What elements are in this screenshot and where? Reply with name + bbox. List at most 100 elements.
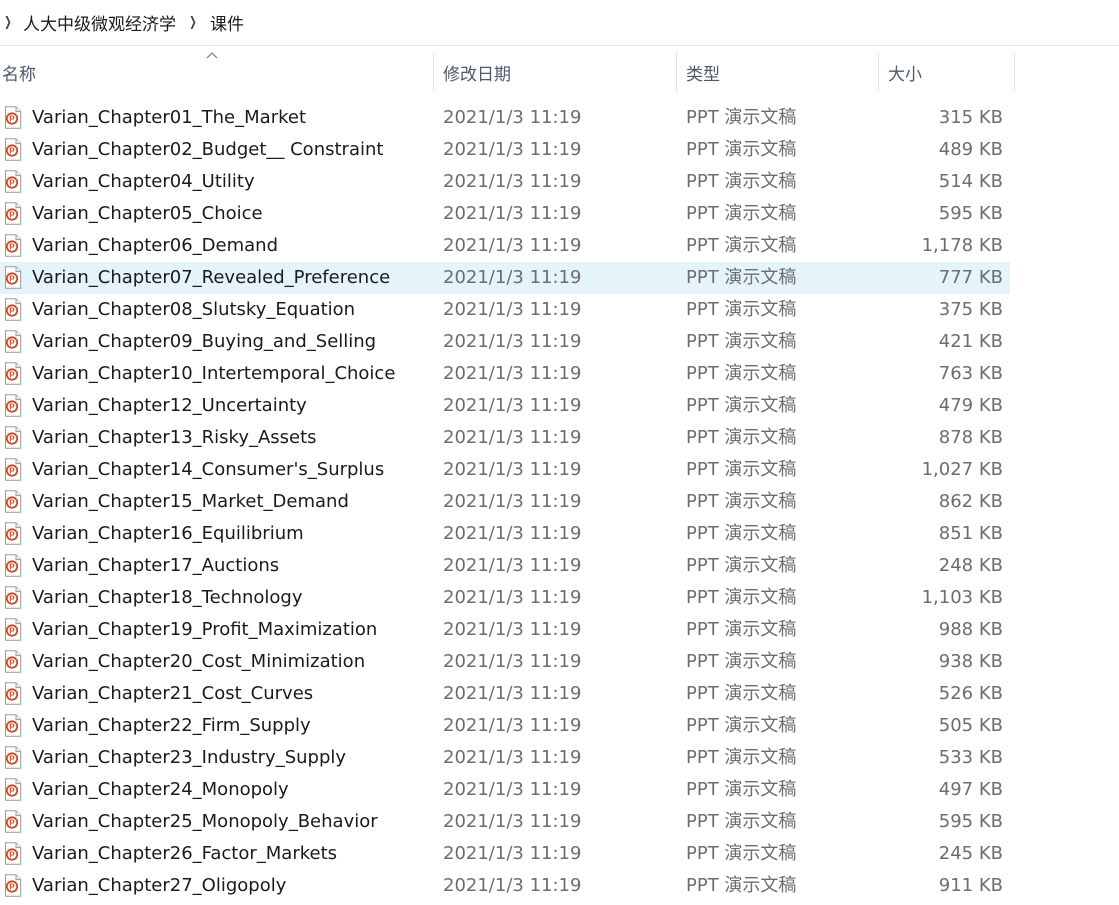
file-type: PPT 演示文稿: [686, 555, 797, 576]
file-modified-date: 2021/1/3 11:19: [443, 107, 582, 128]
file-row[interactable]: P Varian_Chapter12_Uncertainty 2021/1/3 11…: [0, 390, 1010, 422]
breadcrumb-item-parent-folder[interactable]: 人大中级微观经济学: [23, 10, 176, 35]
file-modified-date: 2021/1/3 11:19: [443, 203, 582, 224]
svg-text:P: P: [9, 371, 15, 380]
file-size: 514 KB: [938, 171, 1003, 192]
ppt-file-icon: P: [4, 650, 22, 673]
file-row[interactable]: P Varian_Chapter07_Revealed_Preference 202…: [0, 262, 1010, 294]
file-name: Varian_Chapter13_Risky_Assets: [32, 427, 317, 448]
file-type: PPT 演示文稿: [686, 683, 797, 704]
file-size: 595 KB: [938, 811, 1003, 832]
file-type: PPT 演示文稿: [686, 843, 797, 864]
svg-text:P: P: [9, 531, 15, 540]
svg-text:P: P: [9, 435, 15, 444]
ppt-file-icon: P: [4, 554, 22, 577]
file-row[interactable]: P Varian_Chapter01_The_Market 2021/1/3 11:…: [0, 102, 1010, 134]
column-header-type[interactable]: 类型: [686, 52, 878, 92]
file-row[interactable]: P Varian_Chapter24_Monopoly 2021/1/3 11:19…: [0, 774, 1010, 806]
file-modified-date: 2021/1/3 11:19: [443, 235, 582, 256]
file-modified-date: 2021/1/3 11:19: [443, 299, 582, 320]
file-size: 851 KB: [938, 523, 1003, 544]
file-modified-date: 2021/1/3 11:19: [443, 459, 582, 480]
chevron-right-icon[interactable]: ❯: [4, 15, 12, 30]
file-row[interactable]: P Varian_Chapter13_Risky_Assets 2021/1/3 1…: [0, 422, 1010, 454]
file-row[interactable]: P Varian_Chapter02_Budget__ Constraint 202…: [0, 134, 1010, 166]
file-type: PPT 演示文稿: [686, 203, 797, 224]
svg-text:P: P: [9, 275, 15, 284]
svg-text:P: P: [9, 659, 15, 668]
svg-text:P: P: [9, 595, 15, 604]
file-size: 248 KB: [938, 555, 1003, 576]
file-modified-date: 2021/1/3 11:19: [443, 715, 582, 736]
svg-text:P: P: [9, 499, 15, 508]
column-divider[interactable]: [676, 52, 677, 92]
file-row[interactable]: P Varian_Chapter05_Choice 2021/1/3 11:19 PP…: [0, 198, 1010, 230]
file-row[interactable]: P Varian_Chapter09_Buying_and_Selling 2021…: [0, 326, 1010, 358]
file-row[interactable]: P Varian_Chapter27_Oligopoly 2021/1/3 11:1…: [0, 870, 1010, 902]
file-row[interactable]: P Varian_Chapter16_Equilibrium 2021/1/3 11…: [0, 518, 1010, 550]
file-name: Varian_Chapter26_Factor_Markets: [32, 843, 338, 864]
file-type: PPT 演示文稿: [686, 171, 797, 192]
file-row[interactable]: P Varian_Chapter06_Demand 2021/1/3 11:19 PP…: [0, 230, 1010, 262]
ppt-file-icon: P: [4, 810, 22, 833]
column-divider[interactable]: [433, 52, 434, 92]
file-size: 375 KB: [938, 299, 1003, 320]
file-row[interactable]: P Varian_Chapter21_Cost_Curves 2021/1/3 11…: [0, 678, 1010, 710]
file-type: PPT 演示文稿: [686, 779, 797, 800]
file-modified-date: 2021/1/3 11:19: [443, 555, 582, 576]
file-name: Varian_Chapter12_Uncertainty: [32, 395, 307, 416]
column-divider[interactable]: [1014, 52, 1015, 92]
file-name: Varian_Chapter15_Market_Demand: [32, 491, 349, 512]
file-row[interactable]: P Varian_Chapter22_Firm_Supply 2021/1/3 11…: [0, 710, 1010, 742]
file-name: Varian_Chapter23_Industry_Supply: [32, 747, 347, 768]
ppt-file-icon: P: [4, 362, 22, 385]
ppt-file-icon: P: [4, 394, 22, 417]
file-size: 862 KB: [938, 491, 1003, 512]
svg-text:P: P: [9, 179, 15, 188]
file-row[interactable]: P Varian_Chapter15_Market_Demand 2021/1/3 …: [0, 486, 1010, 518]
file-row[interactable]: P Varian_Chapter20_Cost_Minimization 2021/…: [0, 646, 1010, 678]
file-modified-date: 2021/1/3 11:19: [443, 427, 582, 448]
file-row[interactable]: P Varian_Chapter25_Monopoly_Behavior 2021/…: [0, 806, 1010, 838]
file-type: PPT 演示文稿: [686, 139, 797, 160]
column-header-size[interactable]: 大小: [888, 52, 1014, 92]
ppt-file-icon: P: [4, 874, 22, 897]
file-row[interactable]: P Varian_Chapter18_Technology 2021/1/3 11:…: [0, 582, 1010, 614]
svg-text:P: P: [9, 339, 15, 348]
file-type: PPT 演示文稿: [686, 363, 797, 384]
column-divider[interactable]: [878, 52, 879, 92]
breadcrumb-item-current-folder[interactable]: 课件: [210, 10, 244, 35]
file-row[interactable]: P Varian_Chapter08_Slutsky_Equation 2021/1…: [0, 294, 1010, 326]
ppt-file-icon: P: [4, 714, 22, 737]
svg-text:P: P: [9, 403, 15, 412]
file-name: Varian_Chapter14_Consumer's_Surplus: [32, 459, 385, 480]
file-row[interactable]: P Varian_Chapter14_Consumer's_Surplus 2021…: [0, 454, 1010, 486]
file-row[interactable]: P Varian_Chapter23_Industry_Supply 2021/1/…: [0, 742, 1010, 774]
column-header-date[interactable]: 修改日期: [443, 52, 676, 92]
file-modified-date: 2021/1/3 11:19: [443, 523, 582, 544]
column-header-name[interactable]: 名称: [2, 52, 433, 92]
file-modified-date: 2021/1/3 11:19: [443, 363, 582, 384]
file-modified-date: 2021/1/3 11:19: [443, 683, 582, 704]
file-row[interactable]: P Varian_Chapter04_Utility 2021/1/3 11:19 P…: [0, 166, 1010, 198]
file-type: PPT 演示文稿: [686, 267, 797, 288]
svg-text:P: P: [9, 627, 15, 636]
file-name: Varian_Chapter21_Cost_Curves: [32, 683, 314, 704]
file-size: 911 KB: [938, 875, 1003, 896]
ppt-file-icon: P: [4, 778, 22, 801]
file-modified-date: 2021/1/3 11:19: [443, 267, 582, 288]
file-row[interactable]: P Varian_Chapter10_Intertemporal_Choice 20…: [0, 358, 1010, 390]
file-size: 505 KB: [938, 715, 1003, 736]
file-size: 489 KB: [938, 139, 1003, 160]
chevron-right-icon[interactable]: ❯: [189, 15, 197, 30]
file-type: PPT 演示文稿: [686, 491, 797, 512]
ppt-file-icon: P: [4, 106, 22, 129]
file-row[interactable]: P Varian_Chapter26_Factor_Markets 2021/1/3…: [0, 838, 1010, 870]
file-type: PPT 演示文稿: [686, 235, 797, 256]
file-type: PPT 演示文稿: [686, 427, 797, 448]
svg-text:P: P: [9, 563, 15, 572]
ppt-file-icon: P: [4, 330, 22, 353]
file-row[interactable]: P Varian_Chapter19_Profit_Maximization 202…: [0, 614, 1010, 646]
file-row[interactable]: P Varian_Chapter17_Auctions 2021/1/3 11:19…: [0, 550, 1010, 582]
file-modified-date: 2021/1/3 11:19: [443, 811, 582, 832]
